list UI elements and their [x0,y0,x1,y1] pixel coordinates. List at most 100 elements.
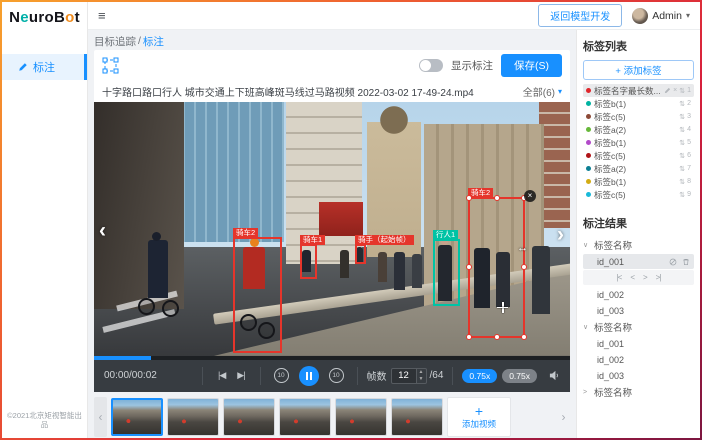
bbox-cyclist2[interactable]: 骑车2 [233,237,282,353]
delete-box-icon[interactable]: × [524,190,536,202]
toggle-knob [420,60,431,71]
resize-handle[interactable] [494,334,500,340]
filter-dropdown[interactable]: 全部(6) ▾ [523,84,562,99]
frame-stepper[interactable]: ▲▼ [417,368,427,384]
resize-handle[interactable] [494,195,500,201]
app-logo: NeuroBot [2,2,87,32]
breadcrumb-current: 标注 [143,34,164,49]
label-name: 标签名字最长数... [594,85,661,97]
annotation-card: 显示标注 保存(S) 十字路口路口行人 城市交通上下班高峰斑马线过马路视频 20… [94,50,570,392]
resize-handle[interactable] [521,334,527,340]
result-id: id_003 [597,371,624,381]
label-item[interactable]: 标签b(1) ⇅5 [583,136,694,149]
group-name: 标签名称 [594,238,632,252]
result-item[interactable]: id_003 [583,368,694,383]
bbox-cyclist2-selected[interactable]: 骑车2 × [468,197,525,338]
chevron-down-icon: ∨ [583,323,590,331]
add-label-button[interactable]: + 添加标签 [583,60,694,80]
sort-icon: ⇅ [679,100,685,108]
scene-pedestrian [532,246,550,314]
video-frame[interactable]: 骑车2 骑车1 骑手（起始帧） 行人1 骑车2 [94,102,570,356]
label-name: 标签c(5) [594,111,676,123]
back-to-model-dev-button[interactable]: 返回模型开发 [538,4,622,27]
label-item[interactable]: 标签名字最长数... × ⇅ 1 [583,84,694,97]
step-down-icon[interactable]: ▼ [417,376,426,383]
delete-label-icon[interactable]: × [673,87,677,94]
result-item[interactable]: id_003 [583,303,694,318]
first-page-icon[interactable]: |< [617,273,622,282]
result-item[interactable]: id_002 [583,352,694,367]
label-item[interactable]: 标签c(5) ⇅6 [583,149,694,162]
last-page-icon[interactable]: >| [656,273,661,282]
result-item[interactable]: id_002 [583,287,694,302]
label-item[interactable]: 标签b(1) ⇅8 [583,175,694,188]
thumbs-prev-chevron[interactable]: ‹ [94,397,107,437]
result-id: id_001 [597,257,624,267]
video-thumbnail-1[interactable] [111,398,163,436]
next-frame-icon[interactable]: ▶| [237,370,244,381]
bbox-rider-startframe[interactable]: 骑手（起始帧） [355,244,366,264]
label-color-dot [586,114,591,119]
video-thumbnail-3[interactable] [223,398,275,436]
resize-handle[interactable] [466,334,472,340]
label-item[interactable]: 标签a(2) ⇅7 [583,162,694,175]
prev-frame-icon[interactable]: |◀ [218,370,225,381]
breadcrumb-parent[interactable]: 目标追踪 [94,34,136,49]
next-video-chevron[interactable]: › [557,224,564,245]
frame-number-input[interactable] [391,368,417,384]
result-item[interactable]: id_001 [583,336,694,351]
scene-pedestrian [340,250,349,278]
video-thumbnail-2[interactable] [167,398,219,436]
collapse-menu-icon[interactable]: ≡ [98,8,106,23]
label-item[interactable]: 标签c(5) ⇅3 [583,110,694,123]
volume-icon[interactable] [549,370,560,381]
add-video-button[interactable]: + 添加视频 [447,397,511,437]
label-color-dot [586,88,591,93]
video-title: 十字路口路口行人 城市交通上下班高峰斑马线过马路视频 2022-03-02 17… [102,84,523,99]
pause-button[interactable] [299,366,319,386]
edit-label-icon[interactable] [664,87,671,94]
prev-video-chevron[interactable]: ‹ [99,220,106,241]
video-thumbnail-5[interactable] [335,398,387,436]
right-panel: 标签列表 + 添加标签 标签名字最长数... × ⇅ 1 标签b(1) ⇅2 [576,30,700,438]
user-menu[interactable]: Admin ▾ [632,8,690,24]
result-group[interactable]: ∨ 标签名称 [583,237,694,253]
result-group[interactable]: ∨ 标签名称 [583,319,694,335]
label-name: 标签c(5) [594,150,676,162]
show-annotation-toggle[interactable] [419,59,443,72]
video-thumbnail-6[interactable] [391,398,443,436]
visibility-icon[interactable] [669,258,677,266]
frames-total: /64 [430,370,444,381]
save-button[interactable]: 保存(S) [501,54,562,77]
video-thumbnail-4[interactable] [279,398,331,436]
bbox-tool-icon[interactable] [102,57,119,74]
trash-icon[interactable] [682,258,690,266]
time-display: 00:00/00:02 [104,370,157,381]
scene-cyclist [148,240,168,298]
forward-10-icon[interactable]: 10 [329,368,344,383]
video-progress-bar[interactable] [94,356,570,360]
bbox-pedestrian1[interactable]: 行人1 [433,239,460,306]
result-id: id_003 [597,306,624,316]
speed-button[interactable]: 0.75x [502,369,537,383]
resize-handle[interactable] [466,195,472,201]
resize-handle[interactable] [466,264,472,270]
speed-button-active[interactable]: 0.75x [462,369,497,383]
label-shortcut: 3 [687,113,691,120]
result-group-collapsed[interactable]: > 标签名称 [583,384,694,400]
sidebar-item-annotate[interactable]: 标注 [2,54,87,80]
label-item[interactable]: 标签c(5) ⇅9 [583,188,694,201]
label-item[interactable]: 标签b(1) ⇅2 [583,97,694,110]
thumbs-next-chevron[interactable]: › [557,397,570,437]
step-up-icon[interactable]: ▲ [417,369,426,376]
logo-part: e [20,9,29,26]
rewind-10-icon[interactable]: 10 [274,368,289,383]
chevron-down-icon: ▾ [686,11,690,20]
bbox-cyclist1[interactable]: 骑车1 [300,244,317,279]
top-bar: ≡ 返回模型开发 Admin ▾ [88,2,700,30]
result-id: id_002 [597,290,624,300]
next-page-icon[interactable]: > [643,273,647,282]
label-item[interactable]: 标签a(2) ⇅4 [583,123,694,136]
result-item-selected[interactable]: id_001 [583,254,694,269]
prev-page-icon[interactable]: < [630,273,634,282]
